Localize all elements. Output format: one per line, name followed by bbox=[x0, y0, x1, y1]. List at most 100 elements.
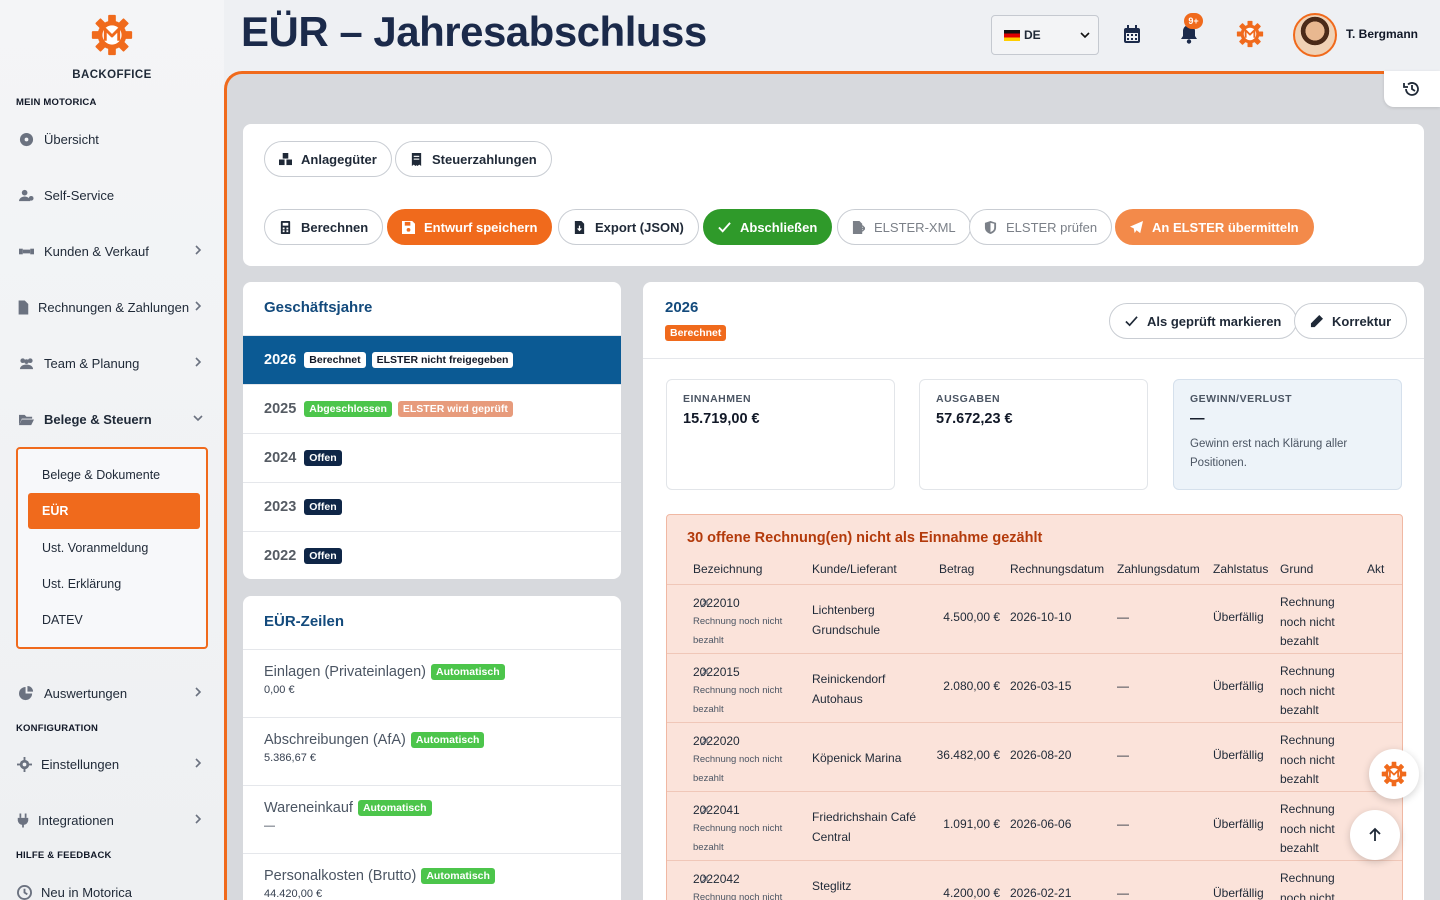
korrektur-button[interactable]: Korrektur bbox=[1294, 303, 1408, 339]
korrektur-label: Korrektur bbox=[1332, 313, 1392, 329]
cell-bezeichnung[interactable]: 2022010 Rechnung noch nicht bezahlt bbox=[693, 594, 782, 646]
history-button[interactable] bbox=[1384, 71, 1440, 107]
cell-zahlstatus: Überfällig bbox=[1213, 748, 1264, 762]
handshake-icon bbox=[16, 243, 36, 259]
entwurf-speichern-button[interactable]: Entwurf speichern bbox=[387, 209, 553, 245]
dashboard-icon bbox=[16, 131, 36, 147]
cell-betrag: 4.200,00 € bbox=[943, 886, 1000, 900]
sidebar-item-label: Integrationen bbox=[38, 812, 114, 828]
col-betrag: Betrag bbox=[939, 562, 975, 576]
als-geprueft-markieren-button[interactable]: Als geprüft markieren bbox=[1109, 303, 1298, 339]
cell-zahlstatus: Überfällig bbox=[1213, 886, 1264, 900]
entwurf-label: Entwurf speichern bbox=[424, 219, 538, 235]
invoice-number[interactable]: 2022042 bbox=[693, 870, 740, 888]
einnahmen-label: EINNAHMEN bbox=[683, 393, 752, 405]
cell-zahlungsdatum: — bbox=[1117, 748, 1129, 762]
status-badge: Offen bbox=[304, 450, 342, 466]
check-icon bbox=[1125, 315, 1138, 326]
elster-uebermitteln-button[interactable]: An ELSTER übermitteln bbox=[1115, 209, 1314, 245]
eur-zeile-abschreibungen[interactable]: Abschreibungen (AfA) Automatisch 5.386,67… bbox=[243, 717, 621, 785]
sidebar-item-einstellungen[interactable]: Einstellungen bbox=[16, 750, 208, 778]
cubes-icon bbox=[279, 152, 292, 165]
steuerzahlungen-button[interactable]: Steuerzahlungen bbox=[395, 141, 552, 177]
history-icon bbox=[16, 884, 33, 900]
invoice-number[interactable]: 2022015 bbox=[693, 663, 740, 681]
year-row-2026[interactable]: 2026 Berechnet ELSTER nicht freigegeben bbox=[243, 335, 621, 384]
cell-zahlungsdatum: — bbox=[1117, 679, 1129, 693]
motorica-button[interactable] bbox=[1235, 19, 1265, 49]
sidebar: BACKOFFICE MEIN MOTORICA Übersicht Self-… bbox=[0, 0, 224, 900]
status-badge: Berechnet bbox=[665, 325, 727, 341]
calendar-button[interactable] bbox=[1120, 22, 1144, 46]
sidebar-item-uebersicht[interactable]: Übersicht bbox=[16, 125, 208, 153]
invoice-number[interactable]: 2022020 bbox=[693, 732, 740, 750]
chevron-right-icon bbox=[195, 758, 202, 768]
abschliessen-button[interactable]: Abschließen bbox=[703, 209, 833, 245]
cell-zahlstatus: Überfällig bbox=[1213, 610, 1264, 624]
eur-zeile-wareneinkauf[interactable]: Wareneinkauf Automatisch — bbox=[243, 785, 621, 853]
cell-grund: Rechnung noch nicht bezahlt bbox=[1280, 733, 1335, 786]
sidebar-item-team[interactable]: Team & Planung bbox=[16, 349, 208, 377]
motorica-assistant-button[interactable] bbox=[1369, 749, 1419, 799]
col-grund: Grund bbox=[1280, 562, 1314, 576]
elster-uebermitteln-label: An ELSTER übermitteln bbox=[1152, 219, 1299, 235]
sidebar-item-self-service[interactable]: Self-Service bbox=[16, 181, 208, 209]
german-flag-icon bbox=[1004, 29, 1020, 41]
status-badge: Berechnet bbox=[304, 352, 366, 368]
cell-betrag: 2.080,00 € bbox=[943, 679, 1000, 693]
cell-zahlstatus: Überfällig bbox=[1213, 679, 1264, 693]
brand[interactable]: BACKOFFICE bbox=[0, 12, 224, 81]
eur-zeile-personalkosten[interactable]: Personalkosten (Brutto) Automatisch 44.42… bbox=[243, 853, 621, 900]
submenu-item-eur[interactable]: EÜR bbox=[28, 493, 200, 529]
notification-badge: 9+ bbox=[1184, 13, 1203, 29]
cell-bezeichnung[interactable]: 2022042 Rechnung noch nicht bezahlt bbox=[693, 870, 782, 900]
invoice-subtext: Rechnung noch nicht bezahlt bbox=[693, 823, 783, 853]
cell-bezeichnung[interactable]: 2022041 Rechnung noch nicht bezahlt bbox=[693, 801, 782, 853]
cell-bezeichnung[interactable]: 2022015 Rechnung noch nicht bezahlt bbox=[693, 663, 782, 715]
sidebar-item-auswertungen[interactable]: Auswertungen bbox=[16, 679, 208, 707]
anlagegueter-label: Anlagegüter bbox=[301, 151, 377, 167]
year-row-2025[interactable]: 2025 Abgeschlossen ELSTER wird geprüft bbox=[243, 384, 621, 433]
cell-bezeichnung[interactable]: 2022020 Rechnung noch nicht bezahlt bbox=[693, 732, 782, 784]
table-row[interactable]: 2022020 Rechnung noch nicht bezahlt Köpeni… bbox=[667, 722, 1402, 791]
calendar-icon bbox=[1124, 25, 1140, 43]
invoice-subtext: Rechnung noch nicht bezahlt bbox=[693, 892, 783, 900]
export-json-button[interactable]: Export (JSON) bbox=[558, 209, 699, 245]
submenu-item-ust-erklaerung[interactable]: Ust. Erklärung bbox=[28, 566, 200, 602]
table-row[interactable]: 2022015 Rechnung noch nicht bezahlt Reinic… bbox=[667, 653, 1402, 722]
sidebar-item-kunden[interactable]: Kunden & Verkauf bbox=[16, 237, 208, 265]
language-select[interactable]: DE bbox=[991, 15, 1099, 55]
submenu-item-ust-voranmeldung[interactable]: Ust. Voranmeldung bbox=[28, 530, 200, 566]
berechnen-button[interactable]: Berechnen bbox=[264, 209, 384, 245]
elster-pruefen-button[interactable]: ELSTER prüfen bbox=[969, 209, 1113, 245]
year-row-2024[interactable]: 2024 Offen bbox=[243, 433, 621, 482]
zeile-label: Abschreibungen (AfA) bbox=[264, 732, 406, 748]
sidebar-item-belege-steuern[interactable]: Belege & Steuern bbox=[16, 405, 208, 433]
cell-rechnungsdatum: 2026-03-15 bbox=[1010, 679, 1072, 693]
table-row[interactable]: 2022010 Rechnung noch nicht bezahlt Lichte… bbox=[667, 584, 1402, 653]
sidebar-item-label: Rechnungen & Zahlungen bbox=[38, 299, 190, 315]
scroll-to-top-button[interactable] bbox=[1350, 810, 1400, 860]
year-row-2022[interactable]: 2022 Offen bbox=[243, 531, 621, 579]
invoice-subtext: Rechnung noch nicht bezahlt bbox=[693, 685, 783, 715]
geschaeftsjahre-title: Geschäftsjahre bbox=[264, 299, 373, 316]
year-row-2023[interactable]: 2023 Offen bbox=[243, 482, 621, 531]
table-row[interactable]: 2022042 Rechnung noch nicht bezahlt Stegli… bbox=[667, 860, 1402, 900]
avatar[interactable] bbox=[1293, 13, 1337, 57]
user-name[interactable]: T. Bergmann bbox=[1346, 27, 1418, 41]
eur-zeilen-card: EÜR-Zeilen Einlagen (Privateinlagen) Auto… bbox=[243, 596, 621, 900]
invoice-number[interactable]: 2022041 bbox=[693, 801, 740, 819]
eur-zeile-einlagen[interactable]: Einlagen (Privateinlagen) Automatisch 0,0… bbox=[243, 649, 621, 717]
submenu-item-datev[interactable]: DATEV bbox=[28, 602, 200, 638]
invoice-number[interactable]: 2022010 bbox=[693, 594, 740, 612]
anlagegueter-button[interactable]: Anlagegüter bbox=[264, 141, 392, 177]
sidebar-item-integrationen[interactable]: Integrationen bbox=[16, 806, 208, 834]
cell-betrag: 36.482,00 € bbox=[936, 748, 1000, 762]
table-row[interactable]: 2022041 Rechnung noch nicht bezahlt Friedr… bbox=[667, 791, 1402, 860]
chevron-right-icon bbox=[195, 687, 202, 697]
sidebar-item-neu[interactable]: Neu in Motorica bbox=[16, 878, 208, 900]
elster-xml-button[interactable]: ELSTER-XML bbox=[837, 209, 971, 245]
submenu-item-belege-dokumente[interactable]: Belege & Dokumente bbox=[28, 457, 200, 493]
col-kunde: Kunde/Lieferant bbox=[812, 562, 897, 576]
sidebar-item-rechnungen[interactable]: Rechnungen & Zahlungen bbox=[16, 293, 208, 321]
